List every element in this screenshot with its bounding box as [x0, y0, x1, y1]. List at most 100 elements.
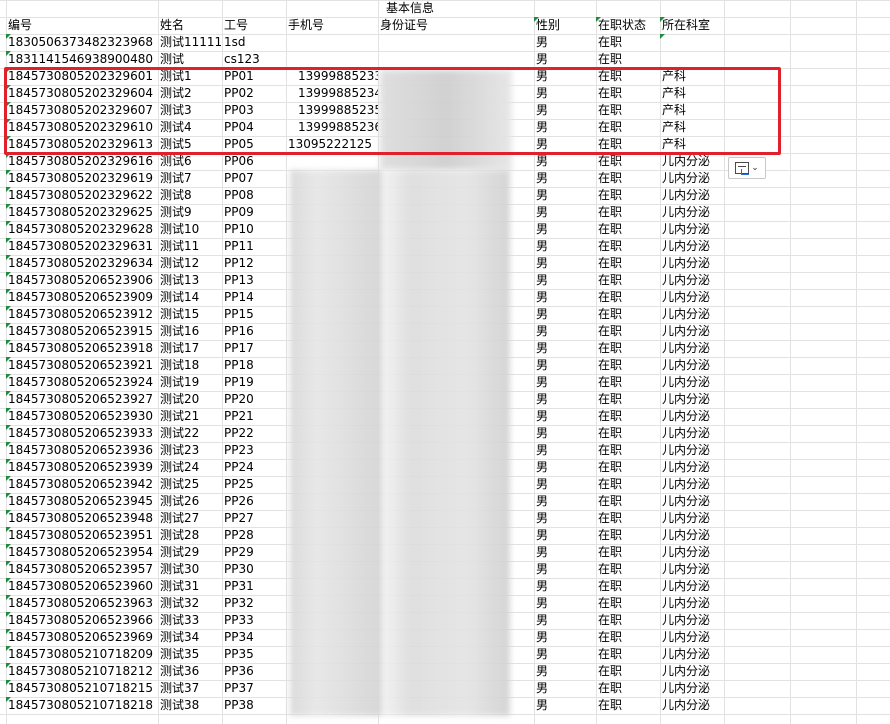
- cell-status[interactable]: 在职: [596, 527, 660, 544]
- cell-sex[interactable]: 男: [534, 544, 596, 561]
- cell-no[interactable]: PP18: [222, 357, 286, 374]
- cell-no[interactable]: PP23: [222, 442, 286, 459]
- cell-sex[interactable]: 男: [534, 476, 596, 493]
- cell-id[interactable]: 1845730805210718212: [6, 663, 158, 680]
- cell-id[interactable]: 1845730805206523969: [6, 629, 158, 646]
- column-header-idcard[interactable]: 身份证号: [378, 17, 534, 34]
- cell-dept[interactable]: 儿内分泌: [660, 221, 724, 238]
- cell-dept[interactable]: 儿内分泌: [660, 153, 724, 170]
- cell-no[interactable]: PP09: [222, 204, 286, 221]
- cell-name[interactable]: 测试12: [158, 255, 222, 272]
- cell-no[interactable]: PP30: [222, 561, 286, 578]
- cell-dept[interactable]: 儿内分泌: [660, 680, 724, 697]
- cell-name[interactable]: 测试33: [158, 612, 222, 629]
- cell-no[interactable]: 1sd: [222, 34, 286, 51]
- cell-id[interactable]: 1845730805206523909: [6, 289, 158, 306]
- cell-name[interactable]: 测试17: [158, 340, 222, 357]
- cell-dept[interactable]: 儿内分泌: [660, 340, 724, 357]
- column-header-name[interactable]: 姓名: [158, 17, 222, 34]
- cell-name[interactable]: 测试37: [158, 680, 222, 697]
- cell-name[interactable]: 测试11111: [158, 34, 222, 51]
- cell-id[interactable]: 1845730805206523918: [6, 340, 158, 357]
- cell-id[interactable]: 1845730805206523966: [6, 612, 158, 629]
- cell-status[interactable]: 在职: [596, 51, 660, 68]
- cell-id[interactable]: 1845730805206523957: [6, 561, 158, 578]
- cell-sex[interactable]: 男: [534, 612, 596, 629]
- cell-status[interactable]: 在职: [596, 663, 660, 680]
- cell-dept[interactable]: 儿内分泌: [660, 238, 724, 255]
- cell-sex[interactable]: 男: [534, 408, 596, 425]
- cell-name[interactable]: 测试32: [158, 595, 222, 612]
- cell-dept[interactable]: 儿内分泌: [660, 527, 724, 544]
- cell-status[interactable]: 在职: [596, 221, 660, 238]
- cell-id[interactable]: 1845730805206523933: [6, 425, 158, 442]
- column-header-phone[interactable]: 手机号: [286, 17, 378, 34]
- cell-name[interactable]: 测试35: [158, 646, 222, 663]
- cell-sex[interactable]: 男: [534, 34, 596, 51]
- cell-no[interactable]: PP36: [222, 663, 286, 680]
- cell-sex[interactable]: 男: [534, 493, 596, 510]
- cell-id[interactable]: 1845730805206523912: [6, 306, 158, 323]
- cell-dept[interactable]: 儿内分泌: [660, 697, 724, 714]
- column-header-status[interactable]: 在职状态: [596, 17, 660, 34]
- cell-name[interactable]: 测试13: [158, 272, 222, 289]
- cell-dept[interactable]: 儿内分泌: [660, 544, 724, 561]
- cell-name[interactable]: 测试10: [158, 221, 222, 238]
- cell-id[interactable]: 1845730805210718215: [6, 680, 158, 697]
- cell-status[interactable]: 在职: [596, 680, 660, 697]
- cell-phone[interactable]: [286, 34, 378, 51]
- cell-name[interactable]: 测试8: [158, 187, 222, 204]
- cell-id[interactable]: 1845730805206523963: [6, 595, 158, 612]
- cell-dept[interactable]: 儿内分泌: [660, 272, 724, 289]
- cell-dept[interactable]: 儿内分泌: [660, 170, 724, 187]
- cell-sex[interactable]: 男: [534, 340, 596, 357]
- cell-no[interactable]: PP13: [222, 272, 286, 289]
- column-header-dept[interactable]: 所在科室: [660, 17, 724, 34]
- cell-sex[interactable]: 男: [534, 204, 596, 221]
- cell-dept[interactable]: 儿内分泌: [660, 459, 724, 476]
- cell-no[interactable]: PP38: [222, 697, 286, 714]
- cell-dept[interactable]: 儿内分泌: [660, 578, 724, 595]
- cell-sex[interactable]: 男: [534, 629, 596, 646]
- cell-dept[interactable]: 儿内分泌: [660, 204, 724, 221]
- cell-id[interactable]: 1845730805202329616: [6, 153, 158, 170]
- cell-name[interactable]: 测试30: [158, 561, 222, 578]
- cell-no[interactable]: PP17: [222, 340, 286, 357]
- cell-sex[interactable]: 男: [534, 153, 596, 170]
- cell-id[interactable]: 1845730805206523942: [6, 476, 158, 493]
- cell-status[interactable]: 在职: [596, 340, 660, 357]
- cell-no[interactable]: cs123: [222, 51, 286, 68]
- cell-no[interactable]: PP34: [222, 629, 286, 646]
- cell-no[interactable]: PP26: [222, 493, 286, 510]
- cell-status[interactable]: 在职: [596, 272, 660, 289]
- cell-name[interactable]: 测试16: [158, 323, 222, 340]
- cell-status[interactable]: 在职: [596, 493, 660, 510]
- cell-name[interactable]: 测试23: [158, 442, 222, 459]
- cell-sex[interactable]: 男: [534, 323, 596, 340]
- cell-status[interactable]: 在职: [596, 646, 660, 663]
- cell-phone[interactable]: [286, 51, 378, 68]
- cell-status[interactable]: 在职: [596, 357, 660, 374]
- cell-no[interactable]: PP24: [222, 459, 286, 476]
- cell-dept[interactable]: 儿内分泌: [660, 357, 724, 374]
- cell-name[interactable]: 测试21: [158, 408, 222, 425]
- cell-status[interactable]: 在职: [596, 153, 660, 170]
- cell-dept[interactable]: 儿内分泌: [660, 442, 724, 459]
- cell-sex[interactable]: 男: [534, 255, 596, 272]
- spreadsheet-grid[interactable]: 基本信息 编号 姓名 工号 手机号 身份证号 性别 在职状态 所在科室 183050637348…: [0, 0, 890, 724]
- cell-name[interactable]: 测试29: [158, 544, 222, 561]
- cell-no[interactable]: PP16: [222, 323, 286, 340]
- cell-name[interactable]: 测试14: [158, 289, 222, 306]
- cell-no[interactable]: PP06: [222, 153, 286, 170]
- cell-sex[interactable]: 男: [534, 357, 596, 374]
- merged-header-basic-info[interactable]: 基本信息: [286, 0, 534, 17]
- cell-sex[interactable]: 男: [534, 51, 596, 68]
- cell-status[interactable]: 在职: [596, 510, 660, 527]
- cell-sex[interactable]: 男: [534, 187, 596, 204]
- cell-status[interactable]: 在职: [596, 476, 660, 493]
- cell-dept[interactable]: 儿内分泌: [660, 289, 724, 306]
- cell-dept[interactable]: 儿内分泌: [660, 510, 724, 527]
- cell-phone[interactable]: [286, 153, 378, 170]
- cell-sex[interactable]: 男: [534, 663, 596, 680]
- cell-dept[interactable]: 儿内分泌: [660, 306, 724, 323]
